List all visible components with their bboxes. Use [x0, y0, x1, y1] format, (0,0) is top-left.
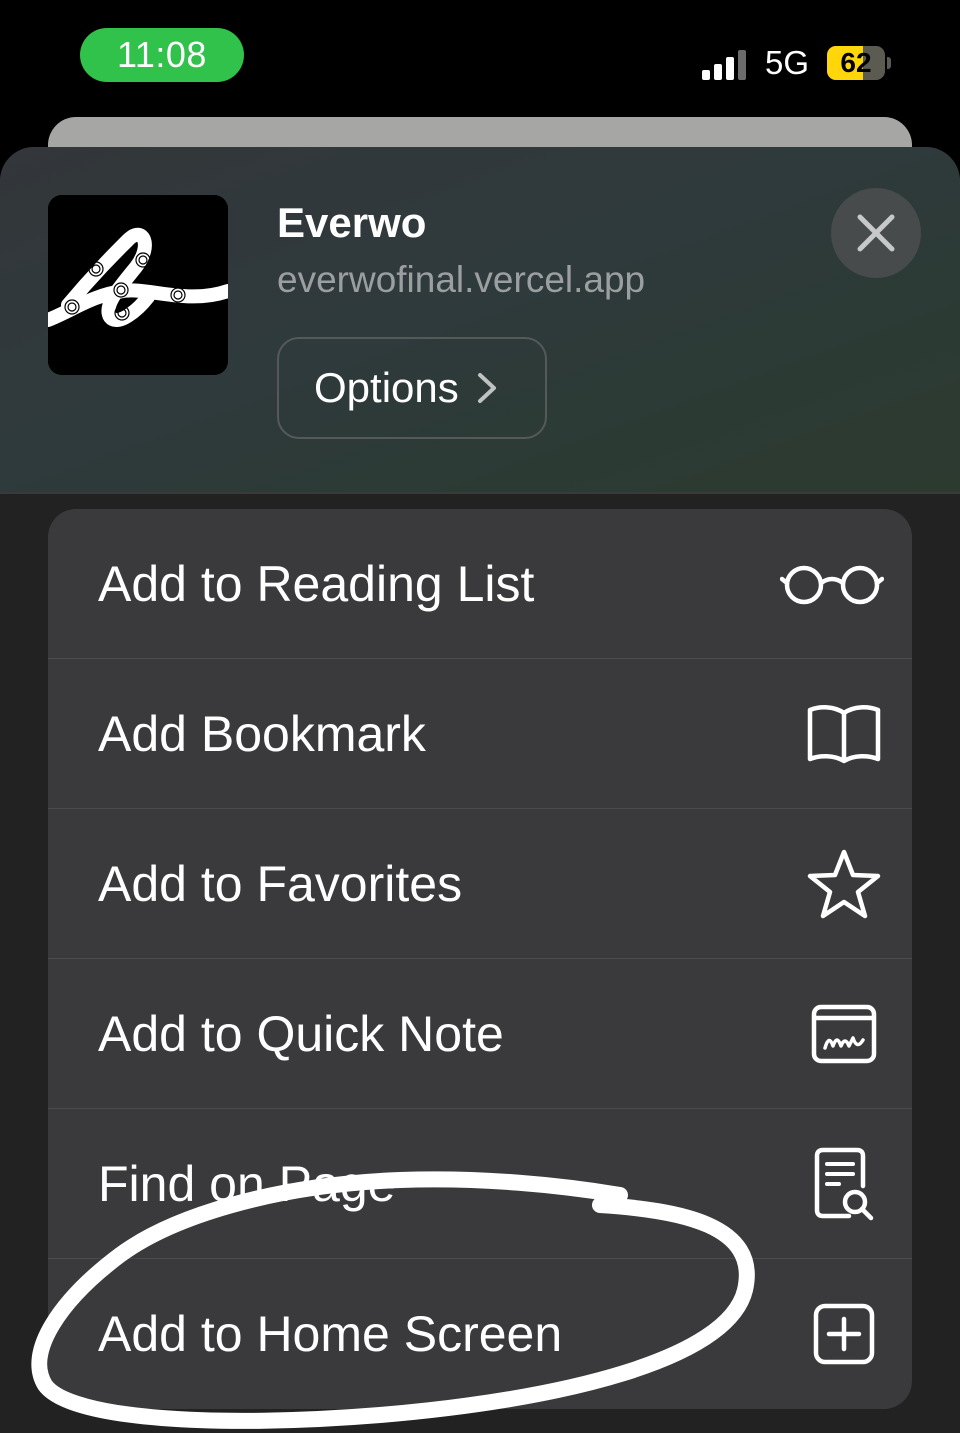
action-list: Add to Reading List Add Bookmark Add to …: [48, 509, 912, 1409]
app-title: Everwo: [277, 199, 427, 246]
action-label: Add to Reading List: [98, 556, 535, 612]
close-icon: [857, 214, 895, 252]
app-url: everwofinal.vercel.app: [277, 259, 646, 300]
action-label: Find on Page: [98, 1156, 396, 1212]
glasses-icon: [780, 546, 884, 622]
battery-indicator: 62: [827, 46, 891, 80]
action-label: Add to Quick Note: [98, 1006, 504, 1062]
battery-body: 62: [827, 46, 885, 80]
quick-note-icon: [806, 996, 882, 1072]
action-add-to-favorites[interactable]: Add to Favorites: [48, 809, 912, 959]
action-add-to-home-screen[interactable]: Add to Home Screen: [48, 1259, 912, 1409]
chevron-right-icon: [477, 373, 496, 403]
action-label: Add to Home Screen: [98, 1306, 563, 1362]
options-label: Options: [314, 364, 459, 411]
action-add-to-reading-list[interactable]: Add to Reading List: [48, 509, 912, 659]
battery-percentage: 62: [840, 47, 872, 78]
action-label: Add to Favorites: [98, 856, 463, 912]
screen: 11:08 5G 62 Everwo everwofinal.vercel.ap…: [0, 0, 960, 1433]
action-label: Add Bookmark: [98, 706, 426, 762]
share-sheet: Everwo everwofinal.vercel.app Options Ad…: [0, 147, 960, 1433]
battery-nub: [887, 57, 891, 69]
share-sheet-header: Everwo everwofinal.vercel.app Options: [0, 147, 960, 494]
app-icon: [48, 195, 228, 375]
add-square-icon: [806, 1296, 882, 1372]
star-icon: [806, 846, 882, 922]
status-bar: 11:08 5G 62: [0, 0, 960, 120]
action-find-on-page[interactable]: Find on Page: [48, 1109, 912, 1259]
cellular-signal-icon: [702, 50, 746, 80]
network-type: 5G: [765, 44, 810, 81]
status-time[interactable]: 11:08: [80, 28, 244, 82]
find-on-page-icon: [806, 1146, 882, 1222]
close-button[interactable]: [831, 188, 921, 278]
options-button[interactable]: Options: [277, 337, 547, 439]
book-icon: [806, 696, 882, 772]
action-add-to-quick-note[interactable]: Add to Quick Note: [48, 959, 912, 1109]
action-add-bookmark[interactable]: Add Bookmark: [48, 659, 912, 809]
everwo-logo-icon: [48, 195, 228, 375]
